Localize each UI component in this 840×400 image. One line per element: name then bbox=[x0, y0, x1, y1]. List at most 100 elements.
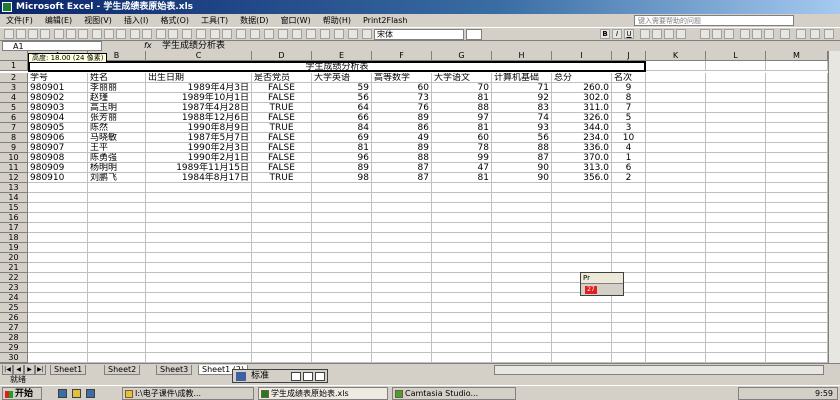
cell[interactable] bbox=[766, 93, 828, 103]
cell[interactable] bbox=[28, 333, 88, 343]
cell[interactable] bbox=[88, 333, 146, 343]
cell[interactable] bbox=[612, 193, 646, 203]
cell[interactable] bbox=[646, 253, 706, 263]
cell[interactable]: 81 bbox=[432, 123, 492, 133]
cell[interactable] bbox=[706, 123, 766, 133]
cell[interactable] bbox=[492, 303, 552, 313]
cell[interactable] bbox=[492, 333, 552, 343]
row-header[interactable]: 20 bbox=[0, 253, 28, 263]
cell[interactable] bbox=[372, 313, 432, 323]
cell[interactable] bbox=[766, 203, 828, 213]
cell[interactable]: 1988年12月6日 bbox=[146, 113, 252, 123]
row-header[interactable]: 8 bbox=[0, 133, 28, 143]
cell[interactable] bbox=[612, 183, 646, 193]
row-header[interactable]: 13 bbox=[0, 183, 28, 193]
cell[interactable] bbox=[372, 253, 432, 263]
cell[interactable] bbox=[312, 273, 372, 283]
cell[interactable] bbox=[766, 133, 828, 143]
cell[interactable]: 名次 bbox=[612, 73, 646, 83]
cell[interactable] bbox=[372, 193, 432, 203]
row-header[interactable]: 6 bbox=[0, 113, 28, 123]
cell[interactable]: 高玉明 bbox=[88, 103, 146, 113]
sheet-tab[interactable]: Sheet1 bbox=[50, 365, 87, 375]
row-header[interactable]: 14 bbox=[0, 193, 28, 203]
cell[interactable] bbox=[646, 353, 706, 363]
cell[interactable] bbox=[706, 233, 766, 243]
cell[interactable]: FALSE bbox=[252, 113, 312, 123]
cell[interactable] bbox=[646, 223, 706, 233]
cell[interactable] bbox=[28, 233, 88, 243]
cell[interactable]: 56 bbox=[492, 133, 552, 143]
cell[interactable] bbox=[88, 303, 146, 313]
cell[interactable] bbox=[28, 353, 88, 363]
toolbar-button[interactable] bbox=[320, 29, 330, 39]
cell[interactable] bbox=[372, 303, 432, 313]
cell[interactable] bbox=[28, 193, 88, 203]
toolbar-button[interactable] bbox=[652, 29, 662, 39]
cell[interactable] bbox=[492, 243, 552, 253]
cell[interactable]: 60 bbox=[432, 133, 492, 143]
toolbar-button[interactable] bbox=[348, 29, 358, 39]
cell[interactable]: 1989年4月3日 bbox=[146, 83, 252, 93]
cell[interactable]: 陈勇强 bbox=[88, 153, 146, 163]
sheet-tab[interactable]: Sheet3 bbox=[156, 365, 193, 375]
cell[interactable] bbox=[612, 233, 646, 243]
cell[interactable] bbox=[252, 353, 312, 363]
cell[interactable] bbox=[312, 213, 372, 223]
cell[interactable] bbox=[372, 273, 432, 283]
cell[interactable] bbox=[706, 253, 766, 263]
cell[interactable] bbox=[88, 293, 146, 303]
cell[interactable] bbox=[646, 323, 706, 333]
cell[interactable] bbox=[552, 223, 612, 233]
mini-floating-panel[interactable]: Pr 27 bbox=[580, 272, 624, 296]
cell[interactable] bbox=[492, 203, 552, 213]
cell[interactable] bbox=[146, 183, 252, 193]
cell[interactable] bbox=[706, 153, 766, 163]
cell[interactable] bbox=[552, 313, 612, 323]
folder-icon[interactable] bbox=[72, 389, 81, 398]
cell[interactable] bbox=[372, 343, 432, 353]
row-header[interactable]: 15 bbox=[0, 203, 28, 213]
cell[interactable] bbox=[252, 303, 312, 313]
cell[interactable] bbox=[612, 353, 646, 363]
cell[interactable] bbox=[552, 333, 612, 343]
cell[interactable]: 980907 bbox=[28, 143, 88, 153]
cell[interactable]: FALSE bbox=[252, 133, 312, 143]
cell[interactable] bbox=[706, 303, 766, 313]
cell[interactable] bbox=[432, 233, 492, 243]
cell[interactable] bbox=[146, 263, 252, 273]
cell[interactable] bbox=[88, 313, 146, 323]
cell[interactable]: 87 bbox=[492, 153, 552, 163]
cell[interactable] bbox=[146, 273, 252, 283]
toolbar-button[interactable] bbox=[640, 29, 650, 39]
row-header[interactable]: 19 bbox=[0, 243, 28, 253]
cell[interactable]: 9 bbox=[612, 83, 646, 93]
cell[interactable]: 356.0 bbox=[552, 173, 612, 183]
cell[interactable] bbox=[432, 213, 492, 223]
cell[interactable] bbox=[552, 323, 612, 333]
cell[interactable] bbox=[432, 293, 492, 303]
cell[interactable] bbox=[646, 113, 706, 123]
cell[interactable]: 姓名 bbox=[88, 73, 146, 83]
cell[interactable]: 计算机基础 bbox=[492, 73, 552, 83]
cell[interactable] bbox=[492, 213, 552, 223]
cell[interactable] bbox=[432, 223, 492, 233]
bold-button[interactable]: B bbox=[600, 29, 610, 39]
cell[interactable] bbox=[432, 303, 492, 313]
cell[interactable]: 陈然 bbox=[88, 123, 146, 133]
cell[interactable]: 1987年4月28日 bbox=[146, 103, 252, 113]
sheet-nav-button[interactable]: ▶ bbox=[24, 365, 35, 375]
cell[interactable]: 78 bbox=[432, 143, 492, 153]
cell[interactable]: 87 bbox=[372, 163, 432, 173]
row-header[interactable]: 7 bbox=[0, 123, 28, 133]
cell[interactable] bbox=[646, 343, 706, 353]
cell[interactable] bbox=[646, 123, 706, 133]
cell[interactable]: 89 bbox=[312, 163, 372, 173]
task-camtasia[interactable]: Camtasia Studio... bbox=[392, 387, 516, 400]
row-header[interactable]: 26 bbox=[0, 313, 28, 323]
cell[interactable] bbox=[766, 313, 828, 323]
cell[interactable] bbox=[646, 303, 706, 313]
toolbar-button[interactable] bbox=[724, 29, 734, 39]
cell[interactable]: 980909 bbox=[28, 163, 88, 173]
cell[interactable] bbox=[706, 313, 766, 323]
